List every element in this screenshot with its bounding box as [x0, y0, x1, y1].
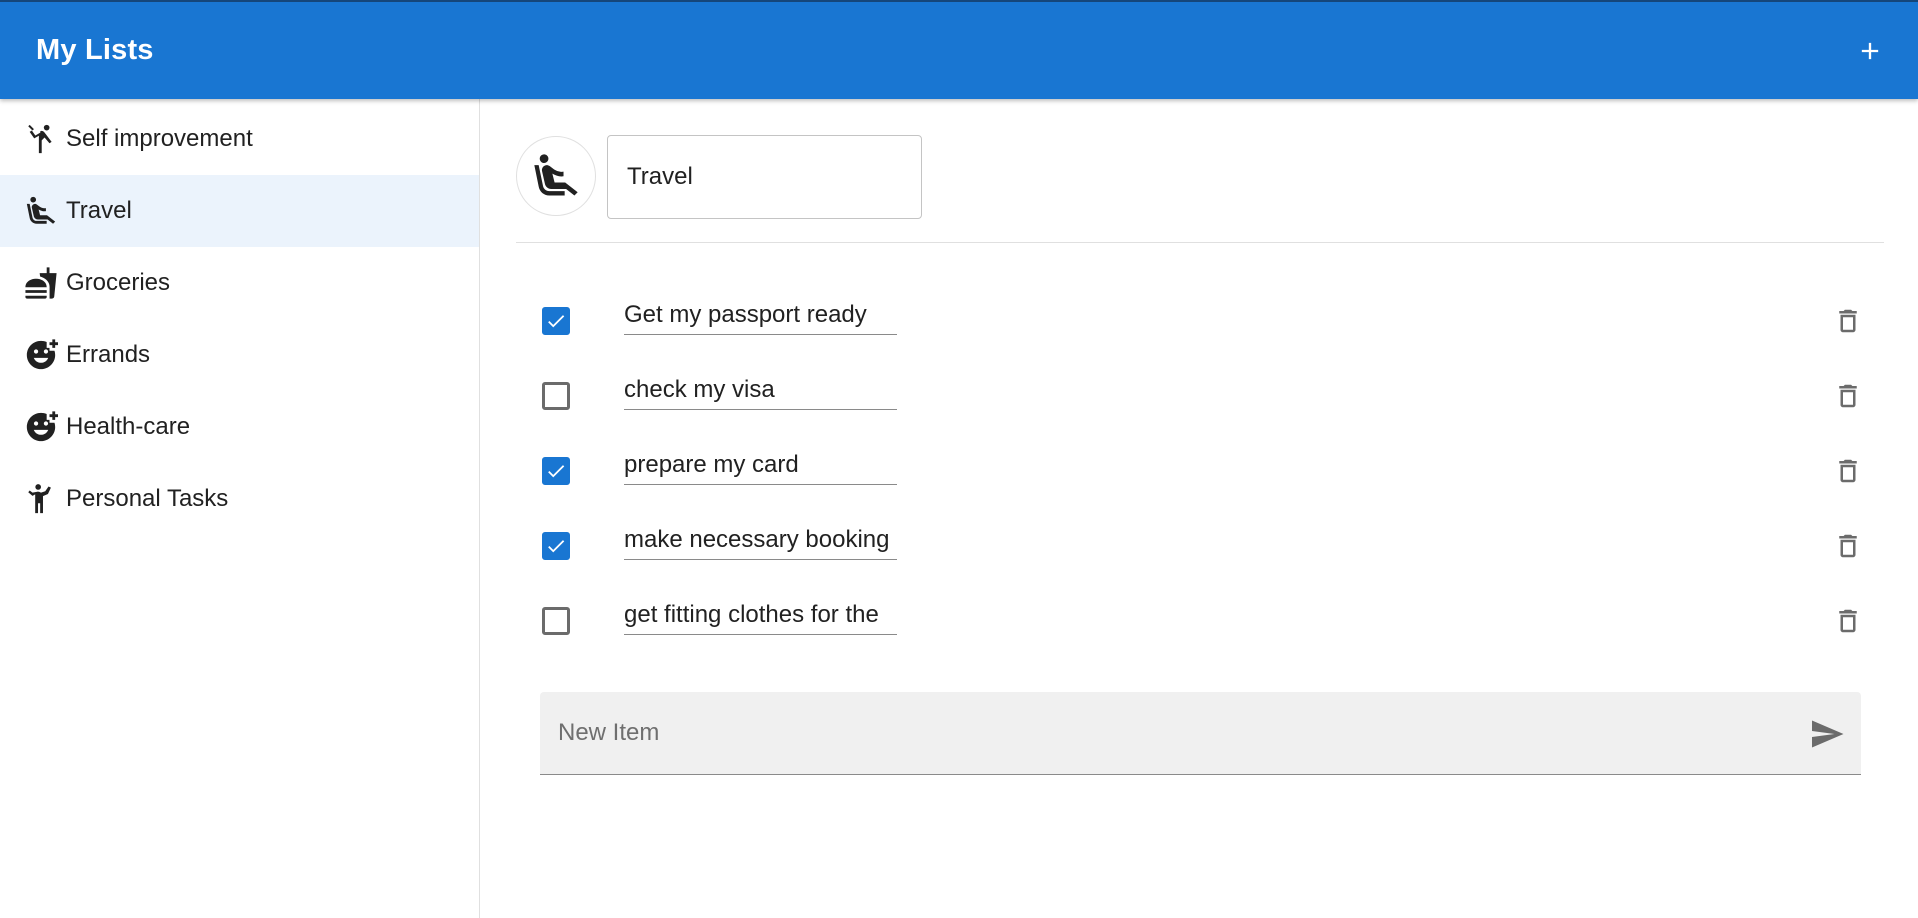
add-reaction-icon — [24, 337, 60, 373]
list-item — [481, 433, 1918, 508]
list-detail — [481, 99, 1918, 918]
app-title: My Lists — [36, 34, 154, 66]
send-icon — [1812, 720, 1844, 748]
plus-icon — [1861, 42, 1879, 59]
delete-icon — [1839, 534, 1857, 558]
delete-icon — [1839, 459, 1857, 483]
checkmark-icon — [548, 540, 565, 553]
item-checkbox[interactable] — [542, 457, 570, 485]
airline-seat-icon — [24, 193, 60, 229]
add-reaction-icon — [24, 409, 60, 445]
delete-item-button[interactable] — [1830, 376, 1866, 416]
sidebar-item-groceries[interactable]: Groceries — [0, 247, 479, 319]
list-icon-button[interactable] — [516, 136, 596, 216]
delete-item-button[interactable] — [1830, 526, 1866, 566]
delete-item-button[interactable] — [1830, 451, 1866, 491]
new-item-field — [540, 692, 1861, 775]
sidebar: Self improvement Travel Groceries Errand… — [0, 99, 480, 918]
list-item — [481, 358, 1918, 433]
item-checkbox[interactable] — [542, 382, 570, 410]
send-button[interactable] — [1805, 712, 1849, 756]
item-checkbox[interactable] — [542, 532, 570, 560]
sidebar-item-health-care[interactable]: Health-care — [0, 391, 479, 463]
sidebar-item-label: Travel — [66, 197, 132, 224]
delete-item-button[interactable] — [1830, 601, 1866, 641]
item-checkbox[interactable] — [542, 307, 570, 335]
list-header — [516, 135, 1884, 243]
sidebar-item-label: Self improvement — [66, 125, 253, 152]
delete-icon — [1839, 309, 1857, 333]
app: My Lists Self improvement Travel Groceri… — [0, 0, 1918, 918]
person-walking-icon — [24, 481, 60, 517]
delete-item-button[interactable] — [1830, 301, 1866, 341]
sidebar-item-label: Personal Tasks — [66, 485, 229, 512]
add-list-button[interactable] — [1846, 27, 1894, 75]
fastfood-icon — [24, 265, 60, 301]
list-item — [481, 583, 1918, 658]
new-item-input[interactable] — [558, 692, 1778, 774]
sidebar-item-travel[interactable]: Travel — [0, 175, 479, 247]
list-item — [481, 283, 1918, 358]
item-text-field[interactable] — [624, 370, 897, 410]
checkmark-icon — [548, 465, 565, 478]
item-text-field[interactable] — [624, 595, 897, 635]
item-text-field[interactable] — [624, 295, 897, 335]
sidebar-item-self-improvement[interactable]: Self improvement — [0, 103, 479, 175]
list-name-input[interactable] — [607, 135, 922, 219]
item-checkbox[interactable] — [542, 607, 570, 635]
delete-icon — [1839, 609, 1857, 633]
app-bar: My Lists — [0, 0, 1918, 99]
item-text-field[interactable] — [624, 520, 897, 560]
sidebar-item-label: Groceries — [66, 269, 171, 296]
airline-seat-icon — [534, 154, 578, 196]
list-item — [481, 508, 1918, 583]
sidebar-item-personal-tasks[interactable]: Personal Tasks — [0, 463, 479, 535]
sidebar-item-errands[interactable]: Errands — [0, 319, 479, 391]
item-text-field[interactable] — [624, 445, 897, 485]
sidebar-item-label: Errands — [66, 341, 151, 368]
sports-kabaddi-icon — [24, 121, 60, 157]
checkmark-icon — [548, 315, 565, 328]
delete-icon — [1839, 384, 1857, 408]
sidebar-item-label: Health-care — [66, 413, 191, 440]
